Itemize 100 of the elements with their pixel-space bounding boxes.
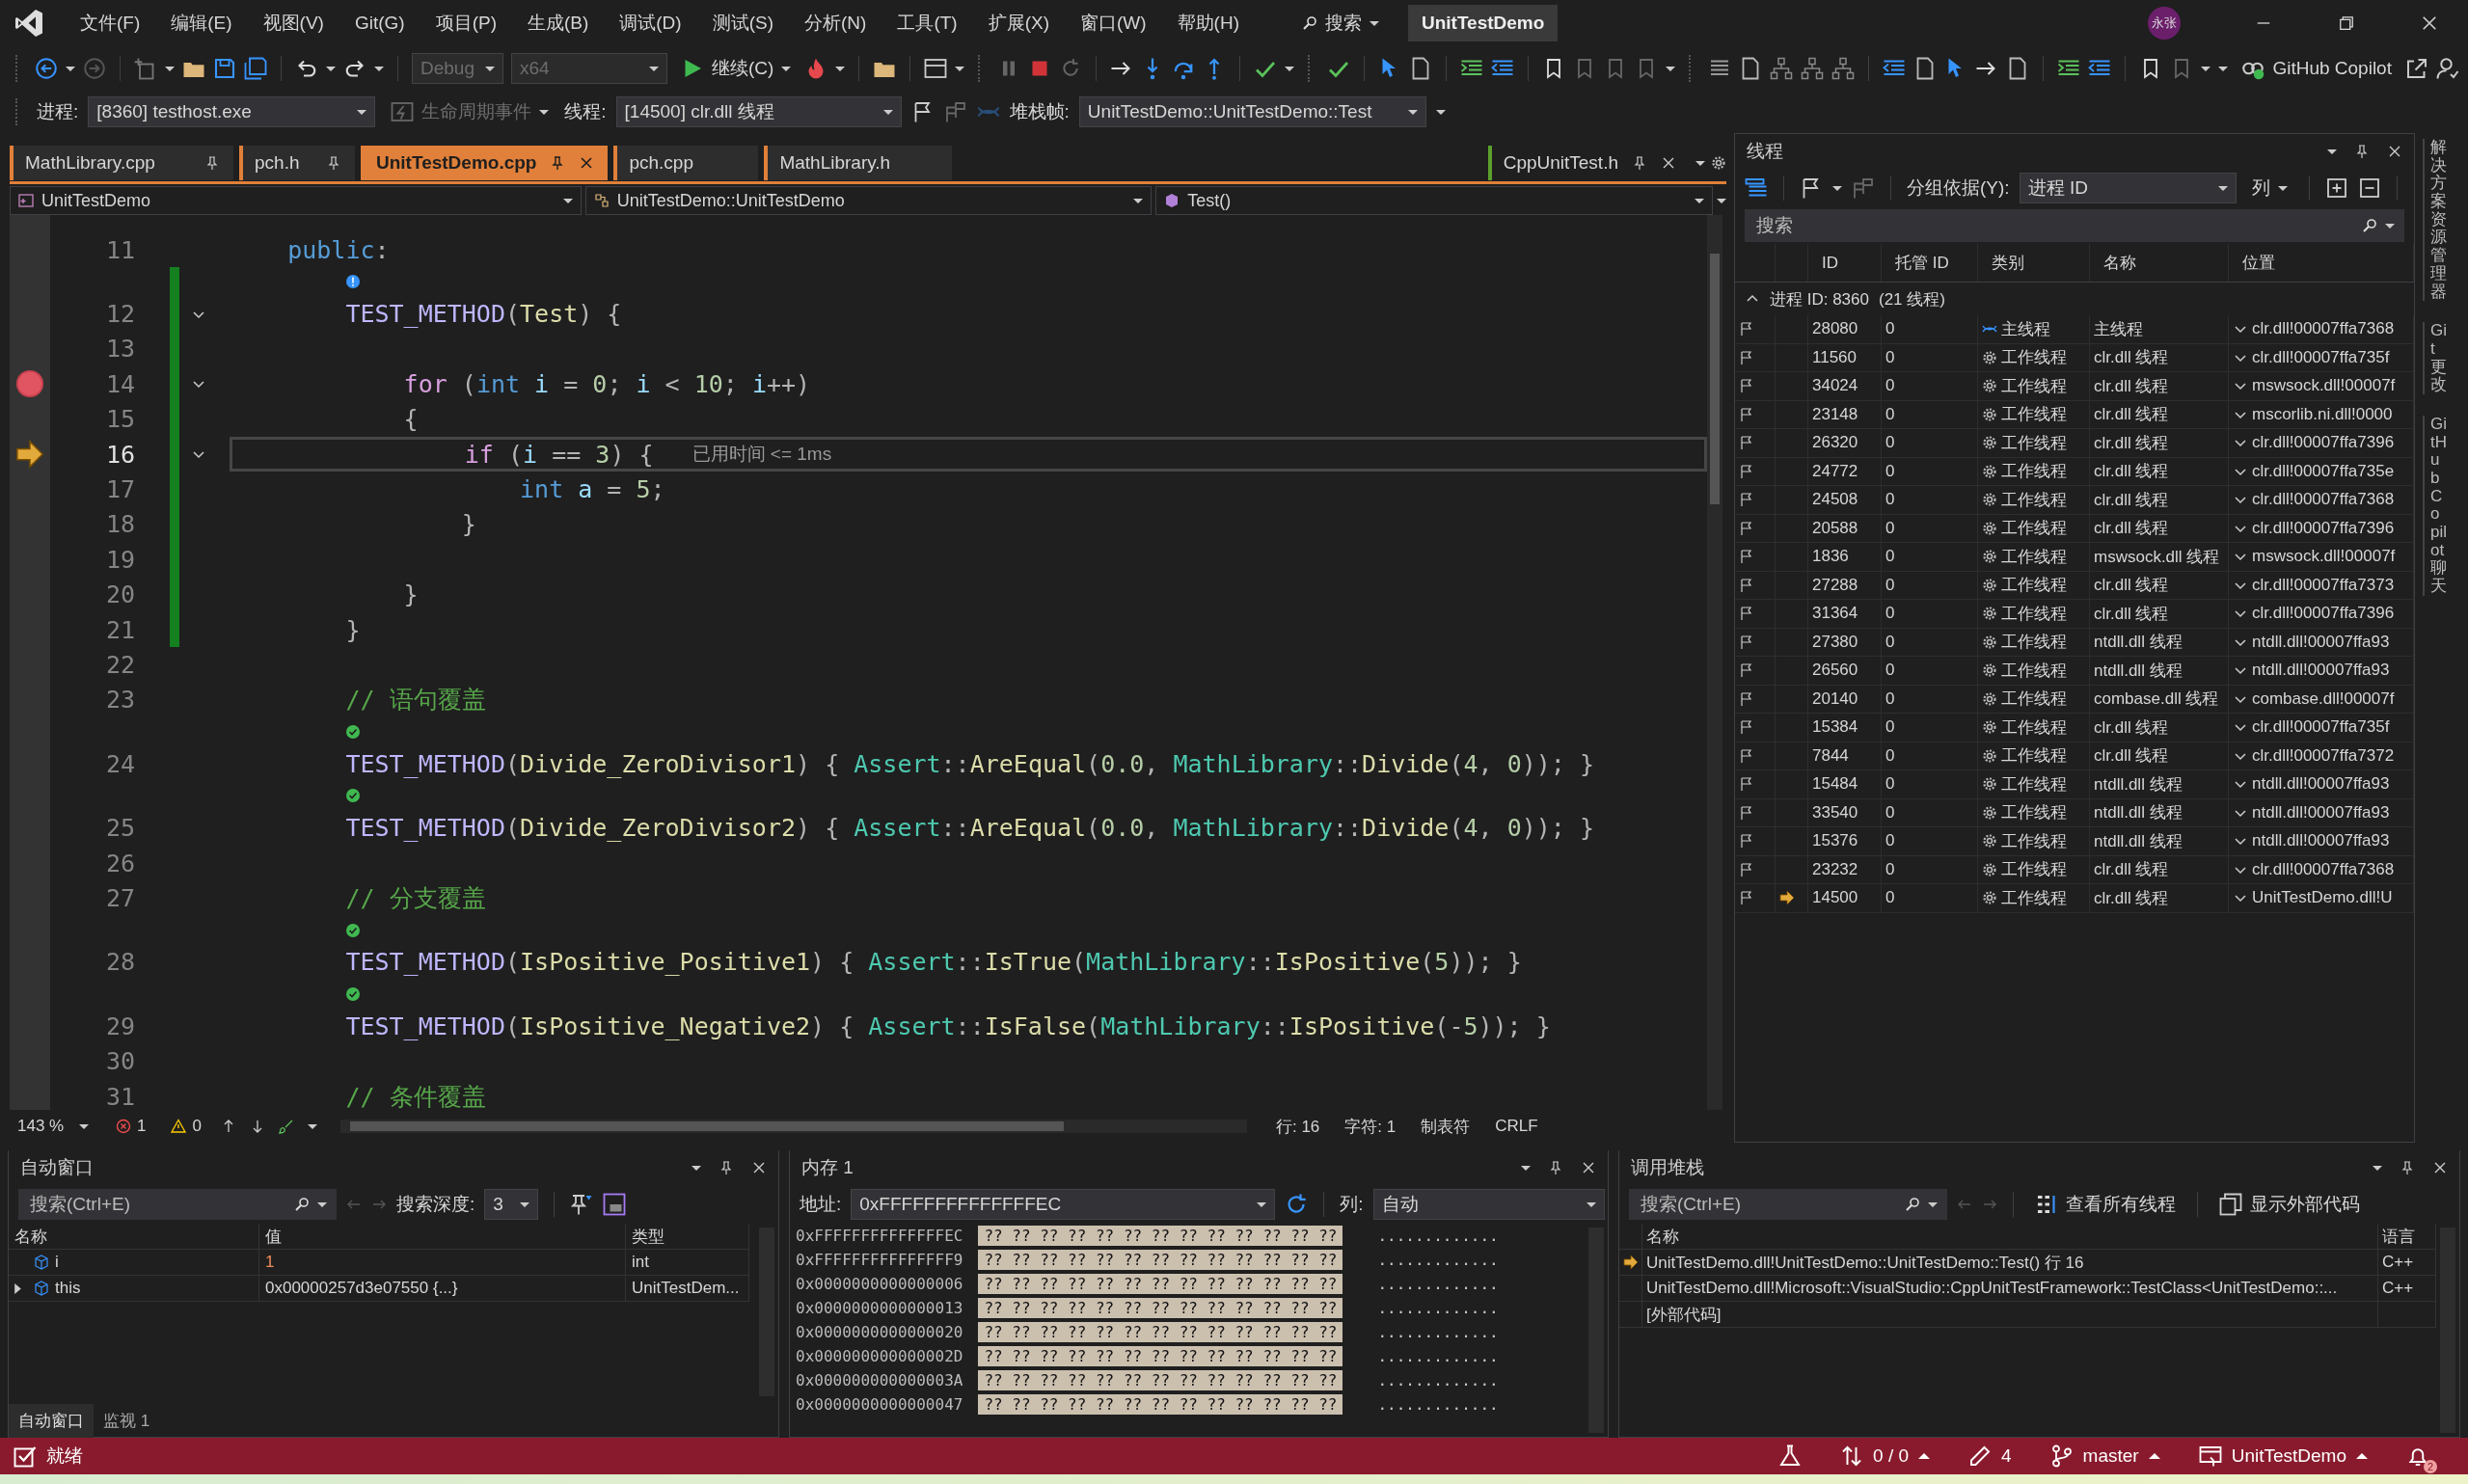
hex-display-icon[interactable]	[603, 1193, 627, 1216]
restore-icon[interactable]	[2337, 13, 2356, 33]
caret-icon[interactable]	[2201, 66, 2211, 71]
line-ending-indicator[interactable]: CRLF	[1489, 1117, 1544, 1136]
search-field[interactable]: 搜索	[1754, 214, 2354, 237]
column-header[interactable]: 名称	[1642, 1224, 2378, 1249]
user-avatar[interactable]: 永张	[2148, 7, 2181, 40]
hierarchy-icon[interactable]	[1770, 57, 1794, 80]
flag-icon[interactable]	[1739, 690, 1754, 707]
column-header[interactable]: ID	[1808, 244, 1882, 282]
flag-icon[interactable]	[1739, 861, 1754, 877]
scrollbar[interactable]	[1707, 215, 1722, 1110]
flag-icon[interactable]	[1739, 719, 1754, 736]
changes-button[interactable]: 4	[1968, 1444, 2012, 1468]
caret-icon[interactable]	[307, 1123, 317, 1129]
search-depth-dropdown[interactable]: 3	[484, 1189, 539, 1220]
caret-icon[interactable]	[165, 66, 175, 71]
repository-button[interactable]: UnitTestDemo	[2198, 1444, 2368, 1468]
settings-icon[interactable]	[1711, 155, 1726, 171]
search-box[interactable]: 搜索(Ctrl+E)	[1629, 1189, 1947, 1220]
caret-icon[interactable]	[66, 66, 75, 71]
caret-icon[interactable]	[835, 66, 846, 71]
warnings-indicator[interactable]: 0	[165, 1117, 207, 1136]
table-cell[interactable]: UnitTestDemo.dll!Microsoft::VisualStudio::CppUnitTestFramework::TestClass<UnitTestDemo::...	[1642, 1276, 2378, 1301]
file-tab[interactable]: CppUnitTest.h	[1487, 146, 1690, 180]
column-header[interactable]: 值	[259, 1224, 626, 1249]
test-passed-icon[interactable]	[345, 986, 362, 1003]
pin-icon[interactable]	[1632, 155, 1647, 171]
search-field[interactable]: 搜索(Ctrl+E)	[1639, 1193, 1897, 1216]
file-tab[interactable]: MathLibrary.cpp	[10, 146, 233, 180]
caret-icon[interactable]	[955, 66, 965, 71]
flag-icon[interactable]	[1739, 662, 1754, 679]
caret-icon[interactable]	[374, 66, 384, 71]
side-tab[interactable]: 解决方案资源管理器	[2423, 139, 2447, 302]
branch-button[interactable]: master	[2049, 1444, 2160, 1468]
caret-icon[interactable]	[1928, 1201, 1938, 1207]
sync-button[interactable]: 0 / 0	[1840, 1444, 1930, 1468]
app-logo-icon[interactable]	[14, 8, 44, 39]
expand-all-icon[interactable]	[2324, 176, 2348, 200]
close-icon[interactable]	[1661, 155, 1676, 171]
test-passed-icon[interactable]	[345, 788, 362, 804]
copilot-button[interactable]: GitHub Copilot	[2236, 53, 2398, 84]
save-all-icon[interactable]	[244, 57, 267, 80]
close-icon[interactable]	[1581, 1160, 1596, 1175]
column-header[interactable]: 托管 ID	[1882, 244, 1978, 282]
scroll-thumb[interactable]	[349, 1121, 1064, 1131]
file-tab[interactable]: pch.cpp	[613, 146, 759, 180]
save-icon[interactable]	[213, 57, 236, 80]
panel-tab[interactable]: 监视 1	[94, 1403, 160, 1438]
columns-button[interactable]: 列	[2245, 172, 2293, 204]
caret-icon[interactable]	[317, 1201, 327, 1207]
close-icon[interactable]	[751, 1160, 767, 1175]
char-indicator[interactable]: 字符: 1	[1339, 1115, 1402, 1138]
menu-item[interactable]: 测试(S)	[699, 5, 786, 41]
menu-item[interactable]: 工具(T)	[884, 5, 970, 41]
flask-icon[interactable]	[1778, 1444, 1803, 1468]
caret-icon[interactable]	[1832, 185, 1842, 191]
column-header[interactable]: 类型	[626, 1224, 749, 1249]
menu-item[interactable]: 调试(D)	[607, 5, 694, 41]
pin-icon[interactable]	[204, 155, 220, 171]
column-header[interactable]: 语言	[2378, 1224, 2436, 1249]
line-indicator[interactable]: 行: 16	[1269, 1115, 1326, 1138]
current-line-arrow-icon[interactable]	[15, 440, 44, 470]
show-external-code-button[interactable]: 显示外部代码	[2213, 1188, 2366, 1221]
flag-icon[interactable]	[1739, 577, 1754, 593]
flag-icon[interactable]	[1739, 634, 1754, 650]
flag-icon[interactable]	[1739, 492, 1754, 508]
search-field[interactable]: 搜索(Ctrl+E)	[28, 1193, 286, 1216]
indent-indicator[interactable]: 制表符	[1415, 1115, 1477, 1138]
close-icon[interactable]	[2432, 1160, 2448, 1175]
columns-dropdown[interactable]: 自动	[1372, 1189, 1605, 1220]
flag-icon[interactable]	[1739, 520, 1754, 536]
menu-item[interactable]: 生成(B)	[514, 5, 602, 41]
side-tab[interactable]: Git 更改	[2423, 322, 2447, 394]
flag-icon[interactable]	[1739, 378, 1754, 394]
caret-icon[interactable]	[1717, 198, 1726, 203]
file-tab[interactable]: pch.h	[239, 146, 355, 180]
thread-dropdown[interactable]: [14500] clr.dll 线程	[615, 96, 902, 127]
file-tab[interactable]: MathLibrary.h	[764, 146, 953, 180]
flag-icon[interactable]	[1739, 804, 1754, 821]
menu-item[interactable]: 窗口(W)	[1068, 5, 1159, 41]
search-box[interactable]: 搜索(Ctrl+E)	[18, 1189, 337, 1220]
menu-item[interactable]: 文件(F)	[68, 5, 153, 41]
menu-item[interactable]: 帮助(H)	[1164, 5, 1252, 41]
refresh-icon[interactable]	[1285, 1193, 1309, 1216]
flag-icon[interactable]	[1739, 833, 1754, 850]
caret-icon[interactable]	[2373, 1165, 2382, 1171]
feedback-icon[interactable]	[2435, 57, 2459, 80]
pin-icon[interactable]	[2400, 1160, 2415, 1175]
test-passed-icon[interactable]	[345, 922, 362, 938]
panel-tab[interactable]: 自动窗口	[9, 1403, 94, 1438]
close-icon[interactable]	[2420, 13, 2439, 33]
flag-icon[interactable]	[1739, 406, 1754, 422]
search-icon[interactable]	[294, 1197, 310, 1212]
flag-icon[interactable]	[1739, 321, 1754, 337]
stack-frame-dropdown[interactable]: UnitTestDemo::UnitTestDemo::Test	[1078, 96, 1426, 127]
column-header[interactable]: 名称	[2090, 244, 2229, 282]
column-header[interactable]: 位置	[2229, 244, 2414, 282]
caret-icon[interactable]	[326, 66, 336, 71]
pin-icon[interactable]	[570, 1193, 594, 1216]
